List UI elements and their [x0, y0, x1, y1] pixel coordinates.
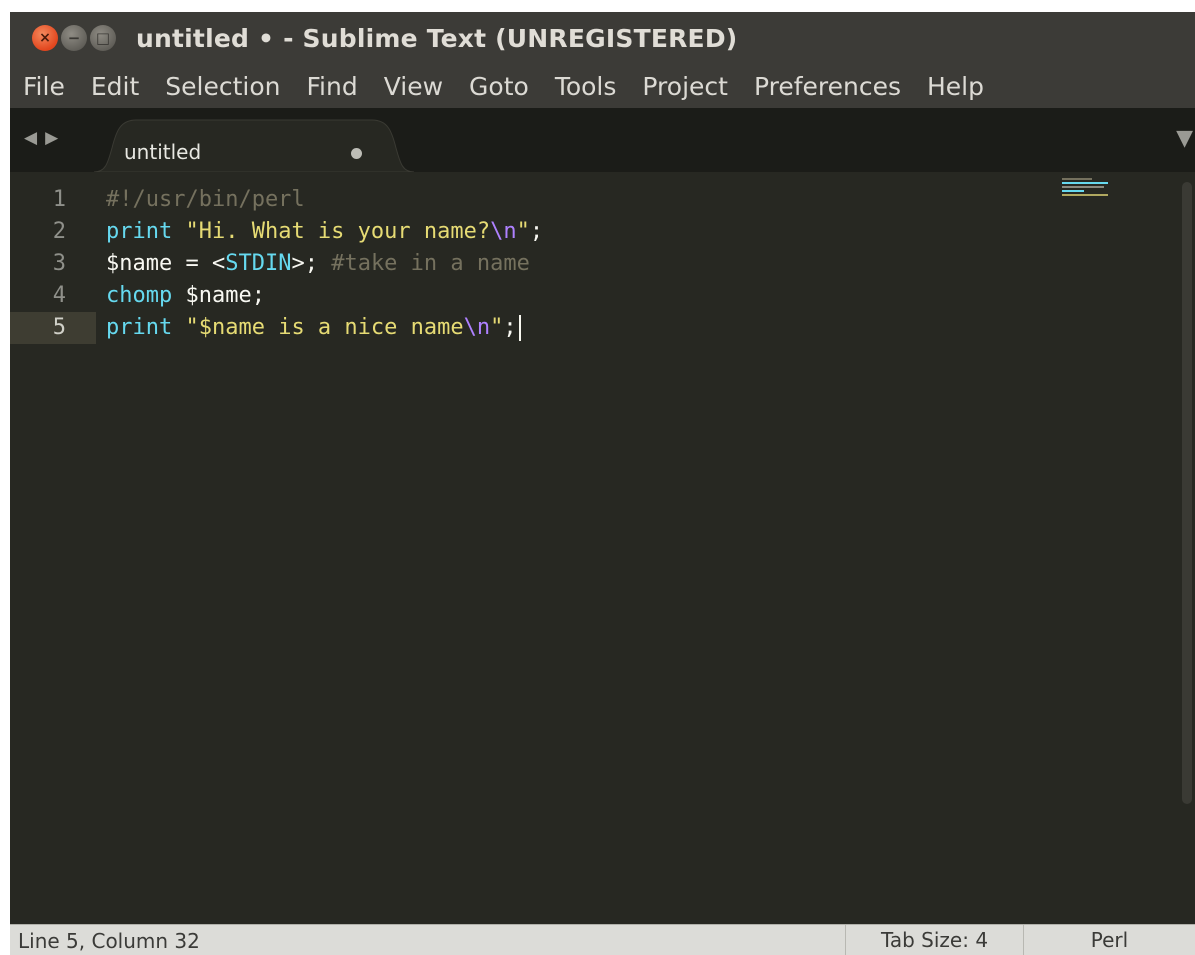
line-number-current: 5: [10, 312, 96, 344]
code-token: #!/usr/bin/perl: [106, 187, 305, 212]
code-line-current[interactable]: print "$name is a nice name\n";: [96, 312, 521, 344]
menu-view[interactable]: View: [371, 72, 456, 101]
menu-help[interactable]: Help: [914, 72, 997, 101]
minimize-window-button[interactable]: −: [61, 25, 87, 51]
code-token: chomp: [106, 283, 173, 308]
vertical-scrollbar[interactable]: [1182, 182, 1192, 804]
minimap-line: [1062, 194, 1108, 196]
code-line[interactable]: $name = <STDIN>; #take in a name: [96, 248, 530, 280]
tab-navigation: ◀ ▶: [24, 128, 58, 148]
code-token: $name = <: [106, 251, 226, 276]
status-bar: Line 5, Column 32 Tab Size: 4 Perl: [10, 924, 1195, 955]
tab-prev-icon[interactable]: ◀: [24, 128, 37, 148]
tab-next-icon[interactable]: ▶: [45, 128, 58, 148]
maximize-window-button[interactable]: □: [90, 25, 116, 51]
code-token: $name;: [172, 283, 265, 308]
menu-goto[interactable]: Goto: [456, 72, 542, 101]
editor-area[interactable]: 1 2 3 4 5 #!/usr/bin/perl print "Hi. Wha…: [10, 172, 1195, 924]
code-line[interactable]: #!/usr/bin/perl: [96, 184, 305, 216]
minimap[interactable]: [1062, 178, 1122, 198]
code-token: ;: [503, 315, 517, 340]
unsaved-dot-icon[interactable]: [351, 148, 362, 159]
menu-file[interactable]: File: [10, 72, 78, 101]
line-number-gutter: 1 2 3 4 5: [10, 172, 96, 924]
minimap-line: [1062, 178, 1092, 180]
window-title: untitled • - Sublime Text (UNREGISTERED): [136, 23, 738, 53]
menu-find[interactable]: Find: [293, 72, 370, 101]
code-token: print: [106, 219, 173, 244]
tab-size-selector[interactable]: Tab Size: 4: [845, 925, 1023, 955]
minimap-line: [1062, 190, 1084, 192]
tab-bar: ◀ ▶ untitled ▼: [10, 108, 1195, 172]
text-cursor: [518, 315, 521, 341]
code-token: >;: [291, 251, 332, 276]
code-token: ;: [529, 219, 544, 244]
code-line[interactable]: chomp $name;: [96, 280, 265, 312]
line-number: 3: [52, 251, 66, 276]
minimap-line: [1062, 182, 1108, 184]
code-line[interactable]: print "Hi. What is your name?\n";: [96, 216, 543, 248]
menu-edit[interactable]: Edit: [78, 72, 152, 101]
line-number: 2: [52, 219, 66, 244]
code-token: ": [490, 315, 504, 340]
menu-project[interactable]: Project: [629, 72, 741, 101]
line-number: 4: [52, 283, 66, 308]
syntax-selector[interactable]: Perl: [1023, 925, 1195, 955]
menu-tools[interactable]: Tools: [542, 72, 630, 101]
line-number: 1: [52, 187, 66, 212]
tab-untitled[interactable]: untitled: [94, 118, 414, 172]
menu-preferences[interactable]: Preferences: [741, 72, 914, 101]
code-token: #take in a name: [331, 251, 530, 276]
window-controls: × − □: [32, 25, 116, 51]
title-bar[interactable]: × − □ untitled • - Sublime Text (UNREGIS…: [10, 12, 1195, 64]
minimap-line: [1062, 186, 1104, 188]
code-token: \n: [463, 315, 491, 340]
tab-label: untitled: [124, 140, 202, 164]
code-token: \n: [490, 219, 517, 244]
code-token: "$name is a nice name: [185, 315, 464, 340]
code-token: ": [516, 219, 530, 244]
tab-list-dropdown-icon[interactable]: ▼: [1176, 126, 1193, 151]
code-token: STDIN: [225, 251, 292, 276]
menu-bar: File Edit Selection Find View Goto Tools…: [10, 64, 1195, 108]
code-token: "Hi. What is your name?: [185, 219, 491, 244]
menu-selection[interactable]: Selection: [152, 72, 293, 101]
code-token: print: [106, 315, 173, 340]
sublime-window: × − □ untitled • - Sublime Text (UNREGIS…: [10, 12, 1195, 955]
close-window-button[interactable]: ×: [32, 25, 58, 51]
cursor-position: Line 5, Column 32: [18, 929, 200, 953]
